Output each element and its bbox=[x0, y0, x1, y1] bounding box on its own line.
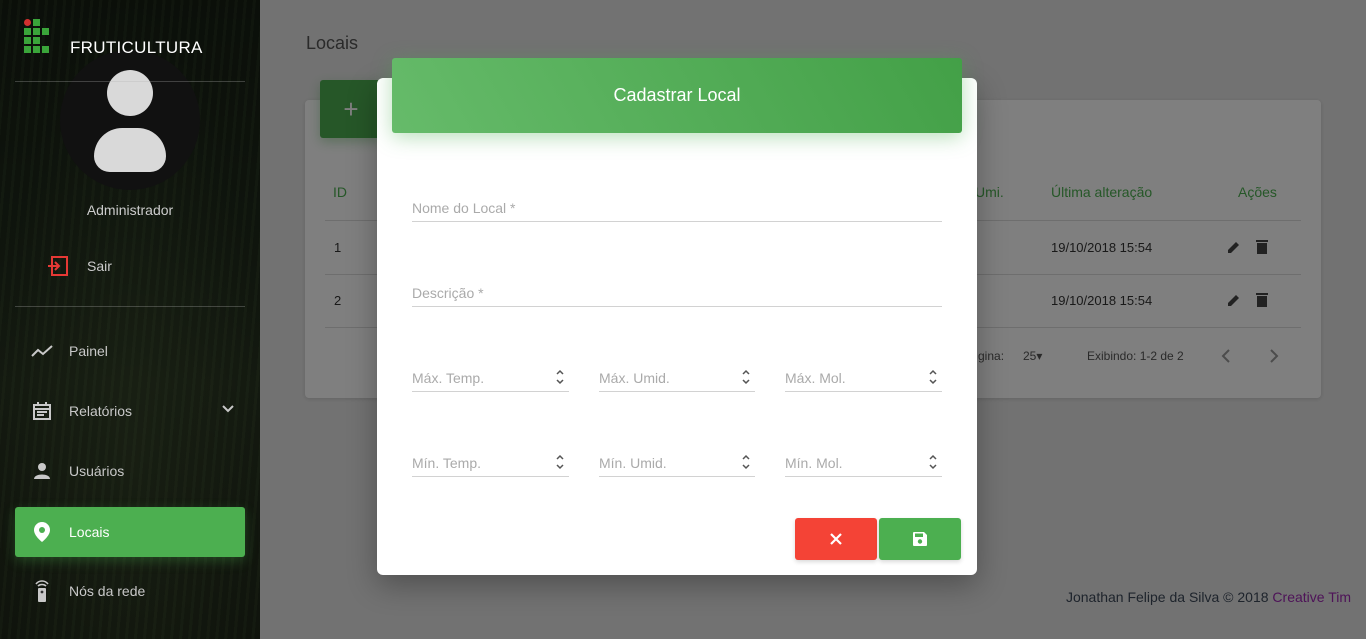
sidebar-item-relatorios[interactable]: Relatórios bbox=[15, 386, 245, 436]
save-button[interactable] bbox=[879, 518, 961, 560]
modal-dialog bbox=[377, 78, 977, 575]
description-field[interactable]: Descrição * bbox=[412, 277, 942, 307]
logo bbox=[24, 19, 52, 55]
max-temp-label: Máx. Temp. bbox=[412, 370, 485, 386]
cancel-button[interactable] bbox=[795, 518, 877, 560]
max-umid-label: Máx. Umid. bbox=[599, 370, 670, 386]
calendar-icon bbox=[30, 399, 54, 423]
spinner-icon[interactable] bbox=[555, 368, 565, 386]
name-field-label: Nome do Local * bbox=[412, 200, 516, 216]
spinner-icon[interactable] bbox=[928, 368, 938, 386]
person-icon bbox=[30, 459, 54, 483]
spinner-icon[interactable] bbox=[928, 453, 938, 471]
close-icon bbox=[830, 533, 842, 545]
max-mol-field[interactable]: Máx. Mol. bbox=[785, 362, 942, 392]
router-icon bbox=[30, 579, 54, 603]
user-name: Administrador bbox=[86, 202, 174, 218]
divider bbox=[15, 81, 245, 82]
sidebar-item-usuarios[interactable]: Usuários bbox=[15, 446, 245, 496]
min-umid-label: Mín. Umid. bbox=[599, 455, 667, 471]
sidebar-item-label: Painel bbox=[69, 343, 108, 359]
sidebar: FRUTICULTURA Administrador Sair Painel R… bbox=[0, 0, 260, 639]
divider bbox=[15, 306, 245, 307]
sidebar-item-label: Nós da rede bbox=[69, 583, 146, 599]
sidebar-item-label: Locais bbox=[69, 524, 110, 540]
min-temp-field[interactable]: Mín. Temp. bbox=[412, 447, 569, 477]
min-temp-label: Mín. Temp. bbox=[412, 455, 481, 471]
logout-label: Sair bbox=[87, 258, 112, 274]
brand-title: FRUTICULTURA bbox=[70, 38, 203, 57]
spinner-icon[interactable] bbox=[555, 453, 565, 471]
exit-icon bbox=[48, 256, 68, 276]
min-umid-field[interactable]: Mín. Umid. bbox=[599, 447, 755, 477]
sidebar-item-nos-da-rede[interactable]: Nós da rede bbox=[15, 566, 245, 616]
name-field[interactable]: Nome do Local * bbox=[412, 192, 942, 222]
min-mol-field[interactable]: Mín. Mol. bbox=[785, 447, 942, 477]
max-mol-label: Máx. Mol. bbox=[785, 370, 846, 386]
spinner-icon[interactable] bbox=[741, 368, 751, 386]
timeline-icon bbox=[30, 339, 54, 363]
sidebar-item-painel[interactable]: Painel bbox=[15, 326, 245, 376]
min-mol-label: Mín. Mol. bbox=[785, 455, 843, 471]
spinner-icon[interactable] bbox=[741, 453, 751, 471]
location-pin-icon bbox=[30, 520, 54, 544]
chevron-down-icon bbox=[221, 401, 235, 417]
save-icon bbox=[913, 532, 927, 546]
sidebar-item-label: Relatórios bbox=[69, 403, 133, 419]
logout-link[interactable]: Sair bbox=[47, 256, 112, 276]
modal-title: Cadastrar Local bbox=[392, 58, 962, 133]
avatar bbox=[60, 50, 200, 190]
description-field-label: Descrição * bbox=[412, 285, 484, 301]
sidebar-item-locais[interactable]: Locais bbox=[15, 507, 245, 557]
max-umid-field[interactable]: Máx. Umid. bbox=[599, 362, 755, 392]
max-temp-field[interactable]: Máx. Temp. bbox=[412, 362, 569, 392]
sidebar-item-label: Usuários bbox=[69, 463, 125, 479]
